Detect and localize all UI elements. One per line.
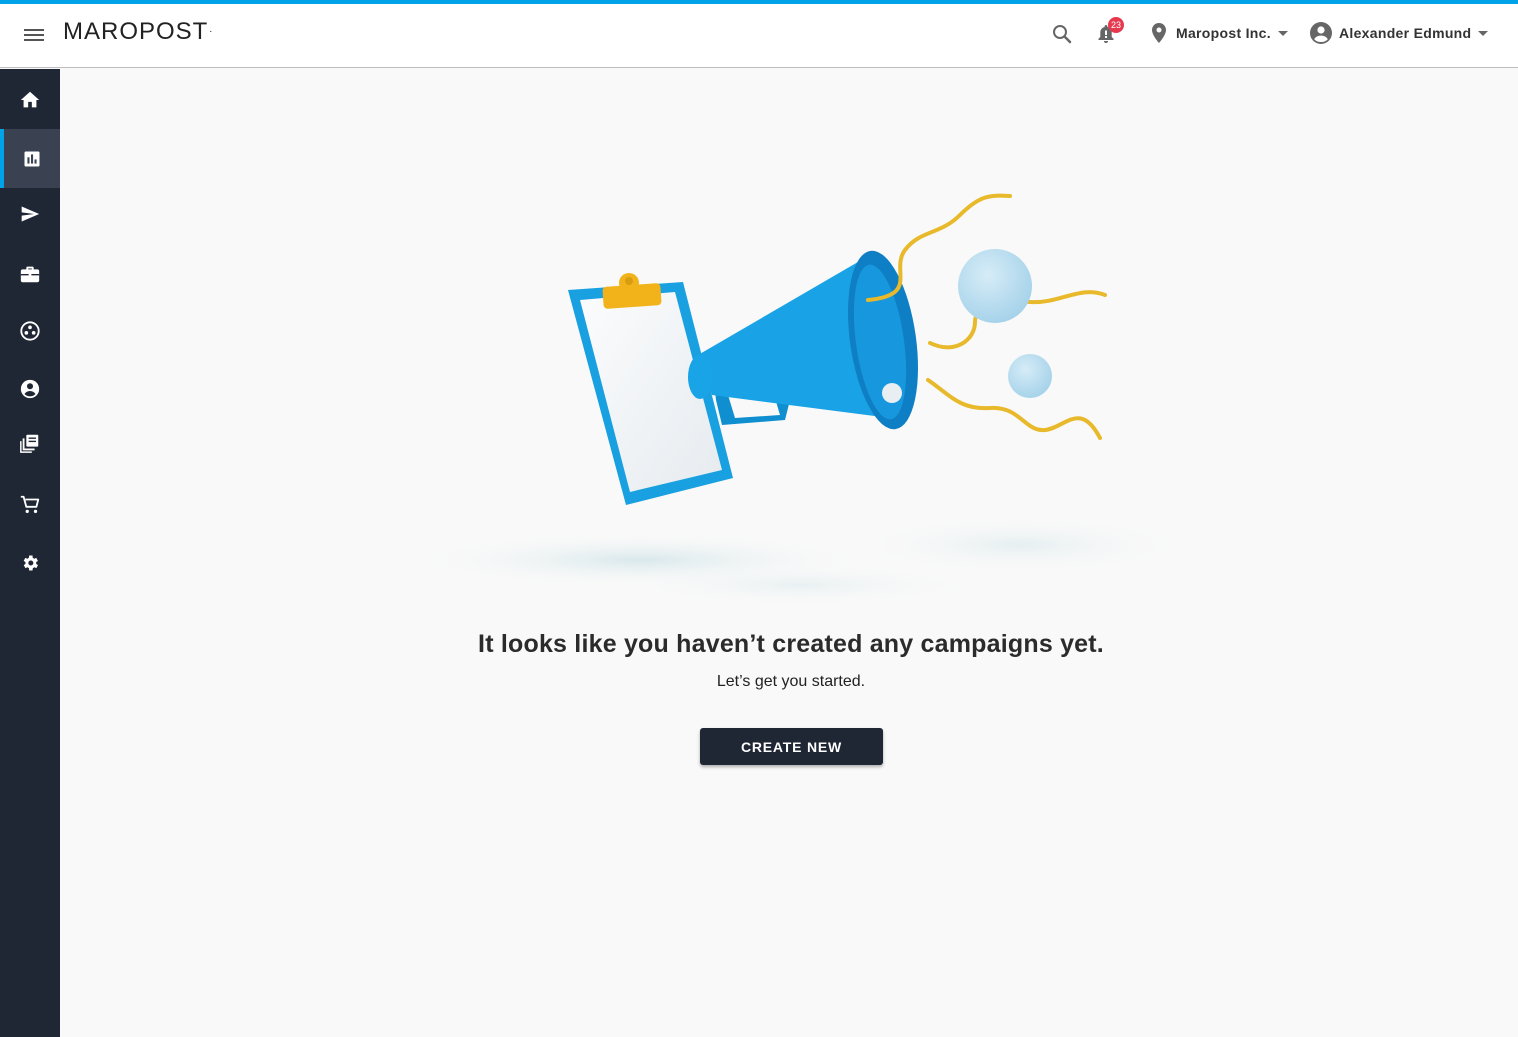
create-new-button[interactable]: CREATE NEW — [700, 728, 883, 765]
gear-icon — [23, 555, 38, 571]
app-logo[interactable]: MAROPOST. — [63, 18, 213, 46]
user-name: Alexander Edmund — [1339, 25, 1472, 41]
cart-icon — [20, 495, 40, 514]
bar-chart-icon — [24, 151, 40, 166]
notification-badge: 23 — [1108, 17, 1124, 33]
dots-circle-icon — [20, 321, 40, 341]
app-header: MAROPOST. 23 Maropost Inc. Alexander Edm… — [0, 4, 1518, 68]
chevron-down-icon — [1478, 30, 1489, 36]
account-circle-icon — [20, 379, 40, 399]
org-name: Maropost Inc. — [1176, 25, 1271, 41]
megaphone-illustration — [410, 193, 1190, 607]
sidebar-item-contacts[interactable] — [0, 361, 60, 417]
sidebar-item-commerce[interactable] — [0, 477, 60, 533]
location-pin-icon — [1152, 23, 1166, 43]
sidebar-item-briefcase[interactable] — [0, 246, 60, 302]
sidebar-item-segments[interactable] — [0, 303, 60, 359]
empty-state-title: It looks like you haven’t created any ca… — [478, 630, 1104, 658]
sidebar-item-library[interactable] — [0, 415, 60, 471]
user-avatar-icon — [1310, 22, 1332, 44]
sidebar-item-settings[interactable] — [0, 535, 60, 591]
org-selector[interactable]: Maropost Inc. — [1148, 20, 1288, 46]
sidebar-item-home[interactable] — [0, 72, 60, 128]
library-icon — [20, 434, 39, 453]
home-icon — [20, 91, 40, 108]
empty-state-subtitle: Let’s get you started. — [716, 673, 866, 690]
user-menu[interactable]: Alexander Edmund — [1309, 20, 1489, 46]
sidebar-nav — [0, 69, 60, 1037]
briefcase-icon — [20, 266, 40, 283]
sidebar-item-campaigns[interactable] — [0, 186, 60, 242]
send-icon — [21, 206, 40, 222]
chevron-down-icon — [1277, 30, 1288, 36]
sidebar-item-analytics[interactable] — [0, 129, 60, 188]
menu-icon[interactable] — [20, 22, 48, 48]
search-icon[interactable] — [1050, 22, 1074, 46]
